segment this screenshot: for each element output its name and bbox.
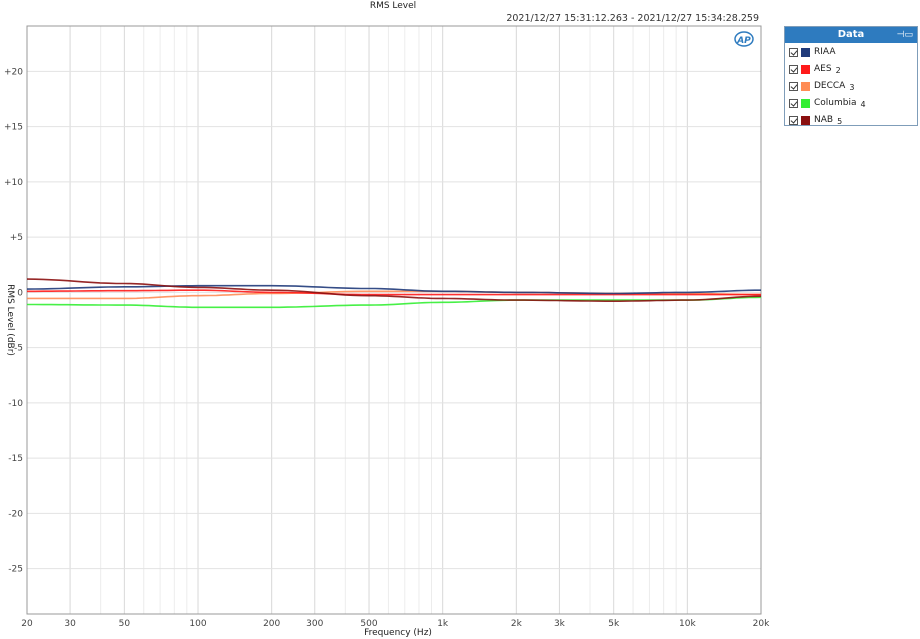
- color-swatch: [801, 64, 810, 74]
- checkbox-icon[interactable]: [789, 64, 798, 74]
- pin-icon[interactable]: ⊣▭: [897, 27, 913, 43]
- x-tick-label: 1k: [437, 619, 449, 629]
- x-tick-label: 2k: [511, 619, 523, 629]
- timestamp-range: 2021/12/27 15:31:12.263 - 2021/12/27 15:…: [506, 13, 759, 24]
- ap-logo-text: AP: [736, 36, 751, 46]
- legend-number: 2: [835, 65, 841, 75]
- checkbox-icon[interactable]: [789, 115, 798, 125]
- color-swatch: [801, 81, 810, 91]
- legend-item-nab[interactable]: NAB 5: [785, 112, 917, 128]
- y-tick-label: +5: [10, 233, 23, 243]
- y-tick-label: +15: [4, 123, 23, 133]
- rms-level-chart: RMS Level 2021/12/27 15:31:12.263 - 2021…: [4, 1, 770, 638]
- y-tick-label: -25: [8, 565, 23, 575]
- color-swatch: [801, 115, 810, 125]
- legend-title: Data: [837, 29, 865, 40]
- chart-title: RMS Level: [370, 1, 416, 11]
- legend-label: RIAA: [814, 47, 836, 57]
- series-lines: [26, 278, 762, 309]
- x-tick-label: 3k: [554, 619, 566, 629]
- checkbox-icon[interactable]: [789, 98, 798, 108]
- x-tick-label: 30: [64, 619, 76, 629]
- y-tick-label: -15: [8, 454, 23, 464]
- legend-label: NAB: [814, 115, 834, 125]
- plot-frame: [26, 25, 762, 615]
- checkbox-icon[interactable]: [789, 81, 798, 91]
- legend-item-aes[interactable]: AES 2: [785, 61, 917, 77]
- legend-label: DECCA: [814, 81, 846, 91]
- grid: [26, 26, 762, 614]
- legend-label: AES: [814, 64, 832, 74]
- x-tick-label: 300: [306, 619, 323, 629]
- x-tick-label: 200: [263, 619, 280, 629]
- y-tick-label: +20: [4, 67, 23, 77]
- x-tick-label: 50: [119, 619, 131, 629]
- legend-number: 4: [860, 99, 866, 109]
- x-tick-label: 20k: [753, 619, 770, 629]
- x-tick-label: 10k: [679, 619, 696, 629]
- legend-item-columbia[interactable]: Columbia 4: [785, 95, 917, 111]
- legend-items: RIAA AES 2 DECCA 3 Columbia 4 NAB 5: [785, 44, 917, 128]
- y-axis-title: RMS Level (dBr): [5, 284, 15, 356]
- legend-panel: Data ⊣▭ RIAA AES 2 DECCA 3 Columbia 4 NA…: [784, 26, 918, 126]
- y-tick-label: +10: [4, 178, 23, 188]
- y-tick-label: -10: [8, 399, 23, 409]
- x-axis-title: Frequency (Hz): [364, 628, 432, 638]
- color-swatch: [801, 98, 810, 108]
- x-tick-label: 5k: [608, 619, 620, 629]
- checkbox-icon[interactable]: [789, 47, 798, 57]
- color-swatch: [801, 47, 810, 57]
- legend-item-decca[interactable]: DECCA 3: [785, 78, 917, 94]
- y-tick-label: -20: [8, 509, 23, 519]
- legend-label: Columbia: [814, 98, 857, 108]
- y-tick-label: 0: [17, 288, 23, 298]
- legend-header: Data ⊣▭: [785, 27, 917, 43]
- legend-item-riaa[interactable]: RIAA: [785, 44, 917, 60]
- x-tick-label: 100: [189, 619, 206, 629]
- x-tick-label: 20: [21, 619, 33, 629]
- legend-number: 5: [837, 116, 843, 126]
- ap-logo-icon: AP: [734, 31, 754, 47]
- legend-number: 3: [849, 82, 855, 92]
